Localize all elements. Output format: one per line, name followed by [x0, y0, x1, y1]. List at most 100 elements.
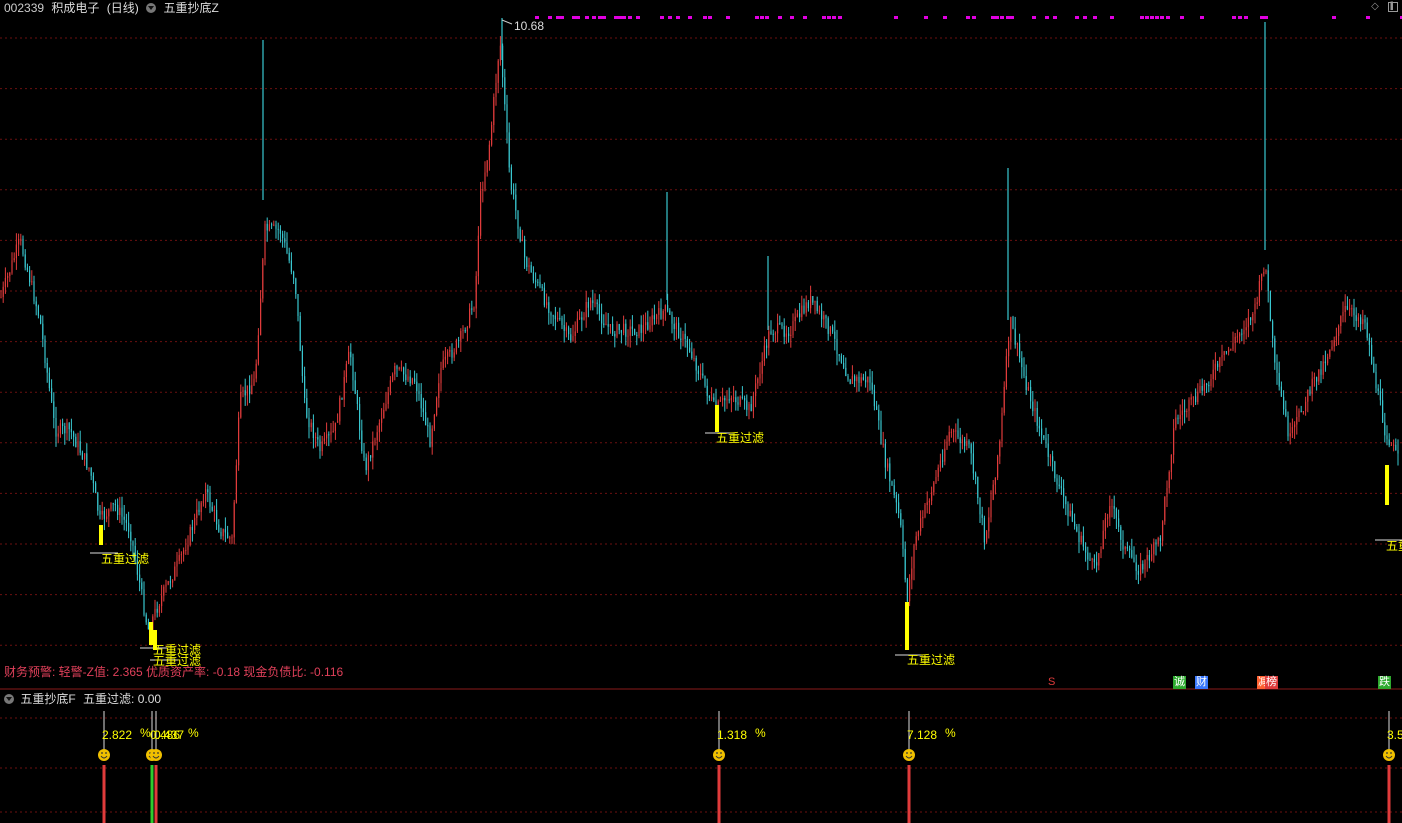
candle-body	[755, 383, 757, 397]
candle-body	[1104, 518, 1106, 531]
candle-body	[77, 441, 79, 448]
candle-body	[880, 420, 882, 444]
candle-body	[810, 296, 812, 309]
candle-body	[620, 330, 622, 333]
candle-body	[517, 210, 519, 229]
candle-body	[1056, 478, 1058, 485]
signal-marker	[668, 16, 672, 19]
candle-body	[803, 305, 805, 313]
candle-body	[466, 326, 468, 332]
candle-body	[656, 314, 658, 320]
candle-body	[81, 452, 83, 460]
candle-body	[667, 305, 669, 311]
candle-body	[1228, 349, 1230, 353]
candle-body	[706, 385, 708, 396]
candle-body	[1280, 386, 1282, 397]
candle-body	[964, 439, 966, 446]
candle-body	[328, 434, 330, 436]
candle-body	[414, 378, 416, 382]
candle-body	[484, 172, 486, 190]
candle-body	[57, 433, 59, 437]
candle-body	[834, 331, 836, 339]
candle-body	[816, 301, 818, 311]
candle-body	[194, 517, 196, 530]
signal-marker	[592, 16, 596, 19]
candle-body	[1012, 317, 1014, 329]
candle-body	[95, 483, 97, 493]
candle-body	[546, 302, 548, 306]
candle-body	[1397, 450, 1399, 454]
candle-body	[242, 390, 244, 392]
candle-body	[1294, 424, 1296, 428]
candle-body	[957, 430, 959, 438]
candle-body	[603, 323, 605, 325]
candle-body	[697, 370, 699, 374]
candle-body	[1045, 438, 1047, 444]
candle-body	[761, 360, 763, 374]
candle-body	[198, 509, 200, 512]
candle-body	[429, 425, 431, 447]
candle-body	[4, 277, 6, 287]
candle-body	[130, 531, 132, 542]
candle-body	[438, 383, 440, 398]
candle-body	[614, 333, 616, 337]
event-badge[interactable]: 诚	[1173, 676, 1186, 689]
candle-body	[1236, 336, 1238, 338]
candle-body	[1091, 558, 1093, 560]
candle-body	[946, 441, 948, 449]
event-badge[interactable]: S	[1047, 676, 1056, 689]
candle-body	[339, 397, 341, 422]
candle-body	[1340, 316, 1342, 327]
candle-body	[1261, 273, 1263, 281]
candle-body	[257, 335, 259, 364]
candle-body	[117, 504, 119, 515]
signal-marker	[560, 16, 564, 19]
candle-body	[1124, 546, 1126, 550]
candle-body	[1188, 399, 1190, 411]
candle-body	[997, 456, 999, 478]
candle-body	[1093, 558, 1095, 563]
candle-body	[539, 281, 541, 287]
candle-body	[1071, 510, 1073, 522]
candle-body	[1254, 303, 1256, 314]
candle-body	[700, 373, 702, 375]
candle-body	[400, 367, 402, 369]
signal-marker	[1075, 16, 1079, 19]
sub-bar	[154, 765, 158, 823]
sub-indicator-menu-icon[interactable]	[4, 693, 14, 704]
candle-body	[1120, 526, 1122, 540]
sub-indicator-name[interactable]: 五重抄底F	[20, 692, 75, 706]
candle-body	[416, 381, 418, 392]
candle-body	[220, 531, 222, 537]
candle-body	[163, 586, 165, 596]
candle-body	[271, 224, 273, 226]
candlestick-chart[interactable]: 10.68五重过滤五重过滤五重过滤五重过滤五重过滤五重过滤2.822%0.486…	[0, 0, 1402, 823]
candle-body	[515, 194, 517, 211]
candle-body	[1289, 433, 1291, 437]
candle-body	[42, 323, 44, 340]
candle-body	[825, 315, 827, 319]
candle-body	[202, 501, 204, 503]
candle-body	[504, 77, 506, 105]
candle-body	[106, 516, 108, 519]
candle-body	[176, 560, 178, 567]
candle-body	[585, 302, 587, 318]
event-badge[interactable]: 跌	[1378, 676, 1391, 689]
candle-body	[557, 318, 559, 320]
candle-body	[156, 608, 158, 613]
candle-body	[297, 294, 299, 316]
candle-body	[594, 302, 596, 304]
candle-body	[185, 549, 187, 551]
candle-body	[141, 582, 143, 590]
candle-body	[125, 519, 127, 523]
candle-body	[972, 453, 974, 474]
candle-body	[823, 315, 825, 320]
candle-body	[1393, 444, 1395, 446]
sub-percent-symbol: %	[945, 726, 956, 740]
event-badge[interactable]: 财	[1195, 676, 1208, 689]
candle-body	[376, 432, 378, 441]
candle-body	[392, 374, 394, 381]
event-badge[interactable]: 榜	[1265, 676, 1278, 689]
candle-body	[9, 272, 11, 276]
candle-body	[975, 473, 977, 477]
